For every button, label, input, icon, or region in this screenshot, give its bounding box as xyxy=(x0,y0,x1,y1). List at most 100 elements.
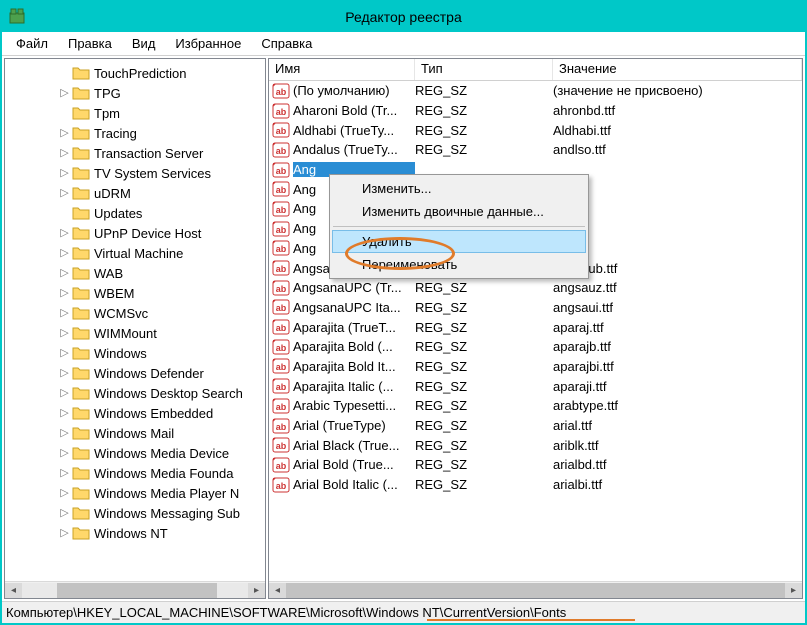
value-data: ariblk.ttf xyxy=(553,438,802,453)
menu-help[interactable]: Справка xyxy=(251,34,322,53)
values-body[interactable]: Изменить... Изменить двоичные данные... … xyxy=(269,81,802,581)
expander-icon[interactable]: ▷ xyxy=(59,128,70,139)
tree-item[interactable]: ▷ Windows Embedded xyxy=(5,403,265,423)
svg-text:ab: ab xyxy=(276,244,287,254)
tree-item[interactable]: ▷Windows Messaging Sub xyxy=(5,503,265,523)
expander-icon[interactable]: ▷ xyxy=(59,268,70,279)
expander-icon[interactable]: ▷ xyxy=(59,248,70,259)
value-row[interactable]: abAngsanaUPC Ita...REG_SZangsaui.ttf xyxy=(269,298,802,318)
expander-icon[interactable]: ▷ xyxy=(59,468,70,479)
scroll-track[interactable] xyxy=(22,583,248,598)
value-row[interactable]: abAparajita Bold It...REG_SZaparajbi.ttf xyxy=(269,357,802,377)
svg-text:ab: ab xyxy=(276,441,287,451)
expander-icon[interactable]: ▷ xyxy=(59,408,70,419)
value-row[interactable]: abArial Bold (True...REG_SZarialbd.ttf xyxy=(269,455,802,475)
tree-item[interactable]: ▷UPnP Device Host xyxy=(5,223,265,243)
value-row[interactable]: abAngsanaUPC (Tr...REG_SZangsauz.ttf xyxy=(269,278,802,298)
expander-icon[interactable] xyxy=(59,108,70,119)
tree-item[interactable]: ▷TV System Services xyxy=(5,163,265,183)
expander-icon[interactable]: ▷ xyxy=(59,488,70,499)
tree-item[interactable]: ▷Windows Media Founda xyxy=(5,463,265,483)
expander-icon[interactable] xyxy=(59,68,70,79)
value-row[interactable]: abAndalus (TrueTy...REG_SZandlso.ttf xyxy=(269,140,802,160)
scroll-right-icon[interactable]: ▸ xyxy=(248,583,265,598)
value-row[interactable]: abAparajita Italic (...REG_SZaparaji.ttf xyxy=(269,376,802,396)
expander-icon[interactable]: ▷ xyxy=(59,448,70,459)
value-data: (значение не присвоено) xyxy=(553,83,802,98)
tree-hscroll[interactable]: ◂ ▸ xyxy=(5,581,265,598)
tree-item[interactable]: ▷Transaction Server xyxy=(5,143,265,163)
value-data: angsauz.ttf xyxy=(553,280,802,295)
value-row[interactable]: abAharoni Bold (Tr...REG_SZahronbd.ttf xyxy=(269,101,802,121)
tree-item[interactable]: ▷Windows Defender xyxy=(5,363,265,383)
tree-item[interactable]: ▷WBEM xyxy=(5,283,265,303)
values-hscroll[interactable]: ◂ ▸ xyxy=(269,581,802,598)
scroll-thumb[interactable] xyxy=(57,583,217,598)
tree-item[interactable]: ▷Windows Media Player N xyxy=(5,483,265,503)
value-row[interactable]: abArial (TrueType)REG_SZarial.ttf xyxy=(269,416,802,436)
tree-item[interactable]: ▷WAB xyxy=(5,263,265,283)
tree-body[interactable]: TouchPrediction▷TPGTpm▷Tracing▷Transacti… xyxy=(5,59,265,581)
scroll-track[interactable] xyxy=(286,583,785,598)
expander-icon[interactable]: ▷ xyxy=(59,188,70,199)
value-row[interactable]: abArial Bold Italic (...REG_SZarialbi.tt… xyxy=(269,475,802,495)
ctx-rename[interactable]: Переименовать xyxy=(332,253,586,276)
tree-item[interactable]: ▷Windows Desktop Search xyxy=(5,383,265,403)
expander-icon[interactable]: ▷ xyxy=(59,428,70,439)
expander-icon[interactable]: ▷ xyxy=(59,88,70,99)
string-value-icon: ab xyxy=(271,299,291,315)
titlebar[interactable]: Редактор реестра xyxy=(2,2,805,32)
tree-item[interactable]: Updates xyxy=(5,203,265,223)
expander-icon[interactable]: ▷ xyxy=(59,368,70,379)
scroll-left-icon[interactable]: ◂ xyxy=(5,583,22,598)
column-type[interactable]: Тип xyxy=(415,59,553,80)
expander-icon[interactable]: ▷ xyxy=(59,348,70,359)
tree-item[interactable]: TouchPrediction xyxy=(5,63,265,83)
folder-icon xyxy=(72,246,90,260)
ctx-modify[interactable]: Изменить... xyxy=(332,177,586,200)
tree-item[interactable]: ▷uDRM xyxy=(5,183,265,203)
expander-icon[interactable]: ▷ xyxy=(59,168,70,179)
expander-icon[interactable]: ▷ xyxy=(59,388,70,399)
column-name[interactable]: Имя xyxy=(269,59,415,80)
tree-item[interactable]: ▷Virtual Machine xyxy=(5,243,265,263)
tree-item[interactable]: Tpm xyxy=(5,103,265,123)
value-row[interactable]: ab(По умолчанию)REG_SZ(значение не присв… xyxy=(269,81,802,101)
expander-icon[interactable]: ▷ xyxy=(59,308,70,319)
scroll-thumb[interactable] xyxy=(286,583,785,598)
tree-item[interactable]: ▷Windows xyxy=(5,343,265,363)
value-row[interactable]: abAldhabi (TrueTy...REG_SZAldhabi.ttf xyxy=(269,120,802,140)
value-name: Aparajita Bold It... xyxy=(293,359,415,374)
value-row[interactable]: abAparajita Bold (...REG_SZaparajb.ttf xyxy=(269,337,802,357)
expander-icon[interactable] xyxy=(59,208,70,219)
expander-icon[interactable]: ▷ xyxy=(59,528,70,539)
menu-edit[interactable]: Правка xyxy=(58,34,122,53)
ctx-modify-binary[interactable]: Изменить двоичные данные... xyxy=(332,200,586,223)
values-header: Имя Тип Значение xyxy=(269,59,802,81)
value-row[interactable]: abArial Black (True...REG_SZariblk.ttf xyxy=(269,435,802,455)
tree-item[interactable]: ▷TPG xyxy=(5,83,265,103)
tree-item[interactable]: ▷WIMMount xyxy=(5,323,265,343)
tree-item[interactable]: ▷Windows NT xyxy=(5,523,265,543)
expander-icon[interactable]: ▷ xyxy=(59,288,70,299)
menu-favorites[interactable]: Избранное xyxy=(165,34,251,53)
menu-view[interactable]: Вид xyxy=(122,34,166,53)
expander-icon[interactable]: ▷ xyxy=(59,508,70,519)
tree-item-label: Windows Embedded xyxy=(94,406,213,421)
scroll-right-icon[interactable]: ▸ xyxy=(785,583,802,598)
tree-item[interactable]: ▷ WCMSvc xyxy=(5,303,265,323)
value-row[interactable]: abArabic Typesetti...REG_SZarabtype.ttf xyxy=(269,396,802,416)
scroll-left-icon[interactable]: ◂ xyxy=(269,583,286,598)
expander-icon[interactable]: ▷ xyxy=(59,148,70,159)
ctx-delete[interactable]: Удалить xyxy=(332,230,586,253)
menu-file[interactable]: Файл xyxy=(6,34,58,53)
tree-item[interactable]: ▷Windows Media Device xyxy=(5,443,265,463)
value-row[interactable]: abAparajita (TrueT...REG_SZaparaj.ttf xyxy=(269,317,802,337)
folder-icon xyxy=(72,226,90,240)
tree-item-label: WCMSvc xyxy=(94,306,148,321)
tree-item[interactable]: ▷Tracing xyxy=(5,123,265,143)
tree-item[interactable]: ▷Windows Mail xyxy=(5,423,265,443)
expander-icon[interactable]: ▷ xyxy=(59,228,70,239)
expander-icon[interactable]: ▷ xyxy=(59,328,70,339)
column-value[interactable]: Значение xyxy=(553,59,802,80)
